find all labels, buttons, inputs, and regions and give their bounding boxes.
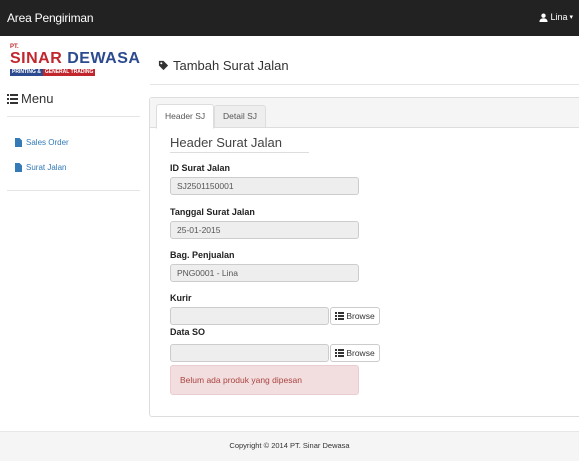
sidebar-item-label: Surat Jalan: [26, 163, 67, 172]
caret-down-icon: ▾: [569, 14, 573, 21]
page-header-divider: [150, 84, 579, 85]
bag-penjualan-field[interactable]: PNG0001 - Lina: [170, 264, 359, 282]
id-surat-jalan-field[interactable]: SJ2501150001: [170, 177, 359, 195]
page-title: Tambah Surat Jalan: [158, 58, 289, 73]
sidebar-item-sales-order[interactable]: Sales Order: [15, 138, 69, 147]
sidebar-title-text: Menu: [21, 91, 54, 106]
tab-header-sj[interactable]: Header SJ: [156, 104, 215, 129]
sidebar-item-label: Sales Order: [26, 138, 69, 147]
form-panel: Header SJ Detail SJ Header Surat Jalan I…: [149, 97, 579, 417]
user-menu[interactable]: Lina ▾: [539, 12, 573, 22]
tab-detail-sj[interactable]: Detail SJ: [214, 105, 267, 128]
sidebar-item-surat-jalan[interactable]: Surat Jalan: [15, 163, 66, 172]
data-so-label: Data SO: [170, 327, 206, 337]
sidebar-divider: [7, 116, 140, 117]
user-name: Lina: [550, 12, 568, 22]
logo-name: SINAR DEWASA: [10, 50, 140, 68]
sidebar-title: Menu: [7, 91, 54, 106]
logo-word-dewasa: DEWASA: [67, 50, 141, 67]
form-title-divider: [170, 152, 309, 153]
kurir-field[interactable]: [170, 307, 329, 325]
top-navbar: Area Pengiriman Lina ▾: [0, 0, 579, 36]
bag-penjualan-label: Bag. Penjualan: [170, 250, 235, 260]
page-title-text: Tambah Surat Jalan: [173, 58, 289, 73]
file-icon: [15, 163, 22, 172]
logo-word-sinar: SINAR: [10, 50, 63, 67]
tag-icon: [158, 60, 169, 71]
logo-strip-trading: GENERAL TRADING: [42, 69, 96, 76]
list-icon: [335, 312, 345, 320]
form-title: Header Surat Jalan: [170, 135, 283, 150]
navbar-brand[interactable]: Area Pengiriman: [7, 11, 94, 25]
footer-copyright: Copyright © 2014 PT. Sinar Dewasa: [229, 441, 350, 450]
data-so-browse-button[interactable]: Browse: [330, 344, 380, 362]
company-logo: PT. SINAR DEWASA PRINTING & GENERAL TRAD…: [10, 44, 145, 78]
empty-products-alert: Belum ada produk yang dipesan: [170, 365, 359, 395]
tanggal-surat-jalan-field[interactable]: 25-01-2015: [170, 221, 359, 239]
browse-label: Browse: [346, 348, 375, 358]
tanggal-surat-jalan-label: Tanggal Surat Jalan: [170, 207, 255, 217]
sidebar-divider: [7, 190, 140, 191]
list-icon: [7, 93, 18, 104]
user-icon: [539, 13, 549, 22]
browse-label: Browse: [346, 311, 375, 321]
logo-strip: PRINTING & GENERAL TRADING: [10, 69, 96, 76]
id-surat-jalan-label: ID Surat Jalan: [170, 163, 231, 173]
footer: Copyright © 2014 PT. Sinar Dewasa: [0, 431, 579, 461]
kurir-label: Kurir: [170, 293, 192, 303]
kurir-browse-button[interactable]: Browse: [330, 307, 380, 325]
tab-bar: Header SJ Detail SJ: [150, 98, 579, 129]
file-icon: [15, 138, 22, 147]
list-icon: [335, 349, 345, 357]
data-so-field[interactable]: [170, 344, 329, 362]
logo-strip-printing: PRINTING &: [10, 69, 43, 76]
